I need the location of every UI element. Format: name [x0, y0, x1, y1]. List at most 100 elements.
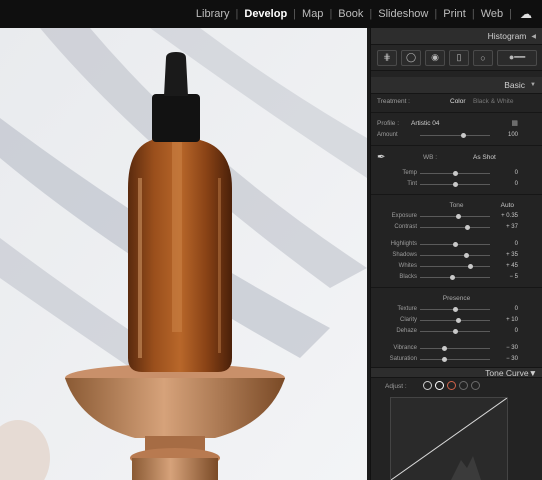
- module-bar: Library | Develop | Map | Book | Slidesh…: [0, 0, 542, 28]
- redeye-icon[interactable]: ◉: [425, 49, 445, 66]
- slider-label: Tint: [407, 181, 417, 187]
- exposure-slider[interactable]: Exposure + 0.35: [371, 211, 542, 222]
- module-print[interactable]: Print: [443, 8, 466, 20]
- module-library[interactable]: Library: [196, 8, 230, 20]
- tone-curve-header[interactable]: Tone Curve ▼: [371, 367, 542, 378]
- slider-track[interactable]: [420, 216, 490, 217]
- slider-value[interactable]: − 30: [506, 345, 518, 351]
- slider-value[interactable]: + 10: [506, 317, 518, 323]
- clarity-slider[interactable]: Clarity + 10: [371, 315, 542, 326]
- module-slideshow[interactable]: Slideshow: [378, 8, 428, 20]
- blue-channel-icon[interactable]: [471, 381, 480, 390]
- auto-tone-button[interactable]: Auto: [501, 202, 514, 209]
- tone-curve-graph[interactable]: [390, 397, 508, 480]
- slider-knob[interactable]: [452, 182, 458, 187]
- blacks-slider[interactable]: Blacks − 5: [371, 272, 542, 283]
- slider-knob[interactable]: [450, 275, 456, 280]
- slider-knob[interactable]: [452, 307, 458, 312]
- module-book[interactable]: Book: [338, 8, 363, 20]
- slider-track[interactable]: [420, 135, 490, 136]
- photo-canvas[interactable]: [0, 28, 367, 480]
- tone-curve-adjust-row: Adjust :: [371, 378, 542, 394]
- tool-strip: ⋕ ◯ ◉ ▯ ○ ●━━: [371, 45, 542, 71]
- spot-removal-icon[interactable]: ◯: [401, 49, 421, 66]
- slider-track[interactable]: [420, 255, 490, 256]
- profile-browser-icon[interactable]: ▦: [511, 119, 518, 127]
- slider-value[interactable]: + 45: [506, 263, 518, 269]
- slider-value[interactable]: + 35: [506, 252, 518, 258]
- presence-group-title: Presence: [371, 292, 542, 304]
- slider-knob[interactable]: [442, 357, 447, 362]
- highlights-slider[interactable]: Highlights 0: [371, 239, 542, 250]
- slider-track[interactable]: [420, 266, 490, 267]
- slider-value[interactable]: + 37: [506, 224, 518, 230]
- module-map[interactable]: Map: [302, 8, 323, 20]
- module-separator: |: [434, 8, 438, 20]
- slider-label: Temp: [402, 170, 417, 176]
- contrast-slider[interactable]: Contrast + 37: [371, 222, 542, 233]
- texture-slider[interactable]: Texture 0: [371, 304, 542, 315]
- cloud-sync-icon[interactable]: ☁: [520, 7, 532, 21]
- slider-label: Blacks: [399, 274, 417, 280]
- slider-track[interactable]: [420, 359, 490, 360]
- slider-knob[interactable]: [467, 264, 473, 269]
- slider-value[interactable]: − 30: [506, 356, 518, 362]
- amount-slider[interactable]: Amount 100: [371, 130, 542, 141]
- slider-track[interactable]: [420, 320, 490, 321]
- tone-curve-plot: [390, 397, 508, 480]
- radial-filter-icon[interactable]: ○: [473, 49, 493, 66]
- graduated-filter-icon[interactable]: ▯: [449, 49, 469, 66]
- wb-select[interactable]: As Shot: [473, 154, 496, 161]
- module-separator: |: [369, 8, 373, 20]
- basic-header[interactable]: Basic ▼: [371, 77, 542, 94]
- profile-select[interactable]: Artistic 04: [411, 120, 440, 127]
- slider-knob[interactable]: [460, 133, 466, 138]
- red-channel-icon[interactable]: [447, 381, 456, 390]
- slider-knob[interactable]: [456, 318, 461, 323]
- collapse-down-icon: ▼: [528, 367, 537, 378]
- slider-knob[interactable]: [465, 225, 471, 230]
- slider-track[interactable]: [420, 227, 490, 228]
- slider-knob[interactable]: [452, 242, 458, 247]
- adjustment-brush-icon[interactable]: ●━━: [497, 49, 537, 66]
- slider-track[interactable]: [420, 348, 490, 349]
- shadows-slider[interactable]: Shadows + 35: [371, 250, 542, 261]
- slider-value[interactable]: 0: [515, 170, 518, 176]
- module-web[interactable]: Web: [481, 8, 503, 20]
- crop-tool-icon[interactable]: ⋕: [377, 49, 397, 66]
- slider-knob[interactable]: [442, 346, 447, 351]
- temp-slider[interactable]: Temp 0: [371, 168, 542, 179]
- slider-value[interactable]: − 5: [509, 274, 518, 280]
- point-curve-icon[interactable]: [435, 381, 444, 390]
- slider-label: Texture: [397, 306, 417, 312]
- whites-slider[interactable]: Whites + 45: [371, 261, 542, 272]
- collapse-left-icon: ◀: [531, 33, 536, 40]
- slider-knob[interactable]: [464, 253, 470, 258]
- treatment-bw-option[interactable]: Black & White: [473, 98, 513, 105]
- wb-row: ✒ WB : As Shot: [371, 150, 542, 168]
- module-develop[interactable]: Develop: [244, 8, 287, 20]
- green-channel-icon[interactable]: [459, 381, 468, 390]
- slider-label: Amount: [377, 132, 398, 138]
- slider-label: Dehaze: [396, 328, 417, 334]
- presence-title: Presence: [442, 295, 471, 302]
- saturation-slider[interactable]: Saturation − 30: [371, 354, 542, 365]
- slider-knob[interactable]: [452, 171, 458, 176]
- slider-value[interactable]: 100: [508, 132, 518, 138]
- vibrance-slider[interactable]: Vibrance − 30: [371, 343, 542, 354]
- histogram-header[interactable]: Histogram ◀: [371, 28, 542, 45]
- tone-title: Tone: [449, 202, 464, 209]
- slider-value[interactable]: 0: [515, 181, 518, 187]
- eyedropper-icon[interactable]: ✒: [377, 152, 385, 163]
- slider-knob[interactable]: [456, 214, 461, 219]
- slider-value[interactable]: 0: [515, 241, 518, 247]
- slider-value[interactable]: + 0.35: [501, 213, 518, 219]
- treatment-color-option[interactable]: Color: [450, 98, 466, 105]
- dehaze-slider[interactable]: Dehaze 0: [371, 326, 542, 337]
- slider-value[interactable]: 0: [515, 328, 518, 334]
- slider-value[interactable]: 0: [515, 306, 518, 312]
- slider-knob[interactable]: [452, 329, 458, 334]
- product-photo: [0, 28, 367, 480]
- parametric-curve-icon[interactable]: [423, 381, 432, 390]
- tint-slider[interactable]: Tint 0: [371, 179, 542, 190]
